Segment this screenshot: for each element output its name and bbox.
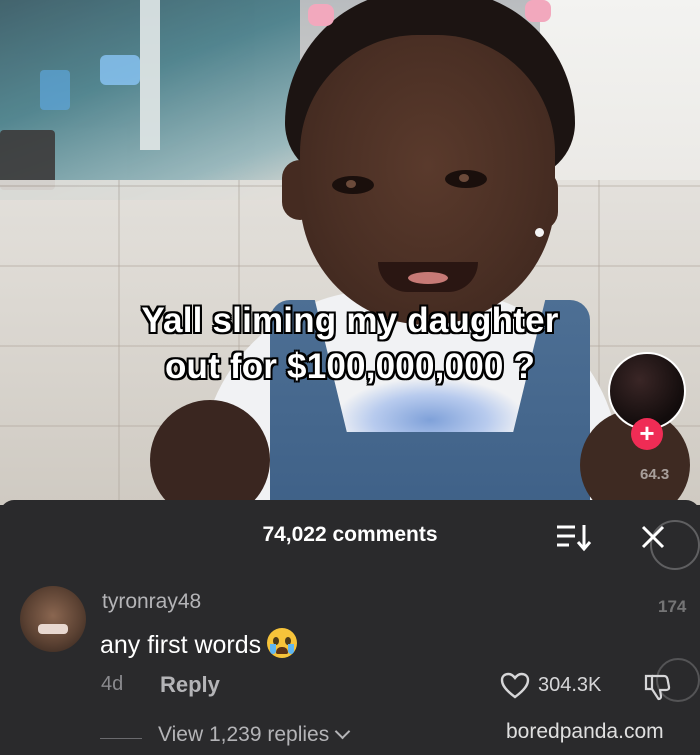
- comment-timestamp: 4d: [101, 673, 124, 695]
- caption-line: out for $100,000,000 ?: [164, 347, 536, 386]
- background-pillar: [140, 0, 160, 150]
- comments-count: 74,022 comments: [262, 523, 438, 546]
- comment-text-body: any first words: [100, 631, 262, 659]
- commenter-username[interactable]: tyronray48: [102, 590, 201, 614]
- baby-eye-right: [445, 170, 487, 188]
- view-replies-link[interactable]: View 1,239 replies: [158, 723, 351, 747]
- video-frame[interactable]: Yall sliming my daughter out for $100,00…: [0, 0, 700, 505]
- comments-sheet: 74,022 comments tyronray48 174 any first…: [0, 500, 700, 755]
- reply-button[interactable]: Reply: [160, 672, 220, 698]
- video-caption: Yall sliming my daughter out for $100,00…: [0, 298, 700, 390]
- view-replies-label: View 1,239 replies: [158, 723, 330, 746]
- replies-divider: [100, 738, 142, 739]
- comment-like-count: 304.3K: [538, 674, 602, 696]
- caption-line: Yall sliming my daughter: [141, 301, 559, 340]
- background-ghost-count: 174: [658, 597, 687, 616]
- earring: [535, 228, 544, 237]
- comments-header: 74,022 comments: [0, 500, 700, 570]
- dislike-icon[interactable]: [642, 672, 672, 702]
- hair-bow: [525, 0, 551, 22]
- commenter-avatar[interactable]: [20, 586, 86, 652]
- side-count-partial: 64.3: [640, 466, 670, 483]
- follow-button[interactable]: +: [631, 418, 663, 450]
- heart-icon[interactable]: [500, 672, 530, 700]
- close-icon[interactable]: [636, 520, 670, 554]
- sort-list-icon[interactable]: [555, 522, 593, 552]
- watermark: boredpanda.com: [506, 720, 664, 743]
- crying-face-emoji-icon: [267, 628, 298, 658]
- background-sign: [100, 55, 140, 85]
- chevron-down-icon: [334, 723, 351, 740]
- background-sign: [40, 70, 70, 110]
- baby-mouth: [378, 262, 478, 292]
- hair-bow: [308, 4, 334, 26]
- baby-eye-left: [332, 176, 374, 194]
- comment-text: any first words: [100, 628, 298, 660]
